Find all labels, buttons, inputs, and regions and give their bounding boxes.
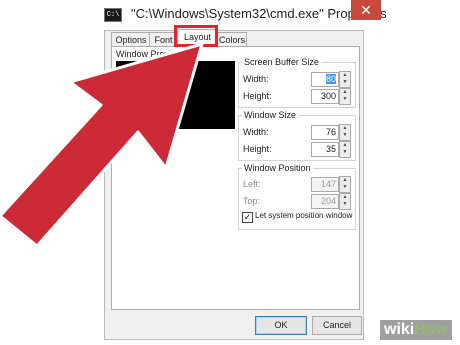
watermark-part1: wiki [384, 321, 415, 338]
wikihow-watermark: wikiHow [380, 320, 453, 340]
watermark-part2: How [414, 321, 449, 338]
pointer-arrow-shape [0, 42, 204, 248]
pointer-arrow [0, 42, 204, 248]
